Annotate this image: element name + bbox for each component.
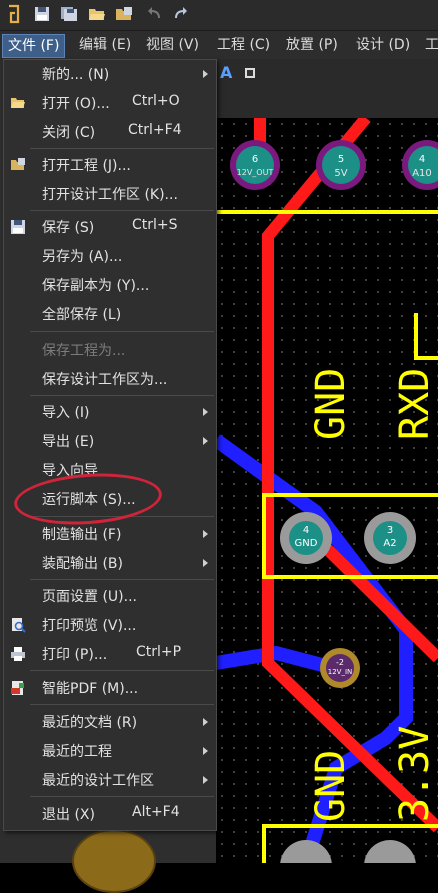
undo-icon[interactable] [144, 4, 164, 24]
open-project-icon[interactable] [114, 4, 134, 24]
menu-item-recent-documents[interactable]: 最近的文档 (R) [4, 708, 216, 737]
silk-label-gnd-2: GND [308, 749, 354, 822]
save-icon[interactable] [32, 4, 52, 24]
large-pad-left [72, 829, 156, 893]
file-menu-dropdown: 新的... (N) 打开 (O)... Ctrl+O 关闭 (C) Ctrl+F… [3, 59, 217, 831]
silk-label-3v3: 3.3V [392, 725, 438, 822]
menu-item-import[interactable]: 导入 (I) [4, 398, 216, 427]
menu-item-recent-workspaces[interactable]: 最近的设计工作区 [4, 766, 216, 795]
menu-place[interactable]: 放置 (P) [281, 34, 343, 56]
silk-label-rxd: RXD [392, 367, 438, 440]
menu-item-save-as[interactable]: 另存为 (A)... [4, 242, 216, 271]
silk-label-gnd: GND [308, 367, 354, 440]
menu-item-print[interactable]: 打印 (P)... Ctrl+P [4, 640, 216, 669]
menu-item-open[interactable]: 打开 (O)... Ctrl+O [4, 89, 216, 118]
menu-project[interactable]: 工程 (C) [212, 34, 275, 56]
menu-bar: 文件 (F) 编辑 (E) 视图 (V) 工程 (C) 放置 (P) 设计 (D… [0, 31, 438, 59]
pcb-canvas[interactable]: 6 12V_OUT 5 5V 4 A10 4 GND 3 A2 -2 12V_I… [216, 118, 438, 863]
open-folder-icon[interactable] [87, 4, 107, 24]
pad-6[interactable]: 6 12V_OUT [230, 140, 280, 190]
silk-corner [414, 313, 438, 360]
save-icon [11, 220, 25, 234]
printer-icon [11, 647, 25, 661]
toolbar [0, 0, 438, 31]
menu-item-save[interactable]: 保存 (S) Ctrl+S [4, 213, 216, 242]
text-tool-icon[interactable]: A [220, 63, 232, 82]
canvas-toolbar: A [220, 63, 280, 83]
menu-file[interactable]: 文件 (F) [2, 34, 66, 58]
open-project-icon [11, 158, 25, 170]
menu-item-page-setup[interactable]: 页面设置 (U)... [4, 582, 216, 611]
menu-design[interactable]: 设计 (D) [351, 34, 415, 56]
menu-edit[interactable]: 编辑 (E) [74, 34, 136, 56]
menu-item-open-project[interactable]: 打开工程 (J)... [4, 151, 216, 180]
menu-item-save-workspace-as[interactable]: 保存设计工作区为... [4, 365, 216, 394]
print-preview-icon [12, 618, 26, 633]
menu-item-smart-pdf[interactable]: 智能PDF (M)... [4, 674, 216, 703]
menu-item-exit[interactable]: 退出 (X) Alt+F4 [4, 800, 216, 829]
menu-item-save-copy[interactable]: 保存副本为 (Y)... [4, 271, 216, 300]
red-track [262, 118, 438, 833]
menu-view[interactable]: 视图 (V) [141, 34, 204, 56]
menu-tools[interactable]: 工 [420, 34, 438, 56]
pad-3-a2[interactable]: 3 A2 [364, 512, 416, 564]
pad-4-gnd[interactable]: 4 GND [280, 512, 332, 564]
open-folder-icon [11, 98, 25, 108]
app-logo-icon[interactable] [4, 4, 24, 24]
menu-item-print-preview[interactable]: 打印预览 (V)... [4, 611, 216, 640]
menu-item-save-all[interactable]: 全部保存 (L) [4, 300, 216, 329]
menu-item-assembly-outputs[interactable]: 装配输出 (B) [4, 549, 216, 578]
pdf-icon [11, 681, 24, 695]
pad-5[interactable]: 5 5V [316, 140, 366, 190]
via-12v-in[interactable]: -2 12V_IN [320, 648, 360, 688]
component-tool-icon[interactable] [242, 65, 258, 81]
redo-icon[interactable] [171, 4, 191, 24]
save-all-icon[interactable] [59, 4, 79, 24]
menu-item-close[interactable]: 关闭 (C) Ctrl+F4 [4, 118, 216, 147]
menu-item-new[interactable]: 新的... (N) [4, 60, 216, 89]
menu-item-fabrication-outputs[interactable]: 制造输出 (F) [4, 520, 216, 549]
menu-item-export[interactable]: 导出 (E) [4, 427, 216, 456]
menu-item-open-workspace[interactable]: 打开设计工作区 (K)... [4, 180, 216, 209]
menu-item-save-project-as: 保存工程为... [42, 343, 126, 359]
menu-item-recent-projects[interactable]: 最近的工程 [4, 737, 216, 766]
